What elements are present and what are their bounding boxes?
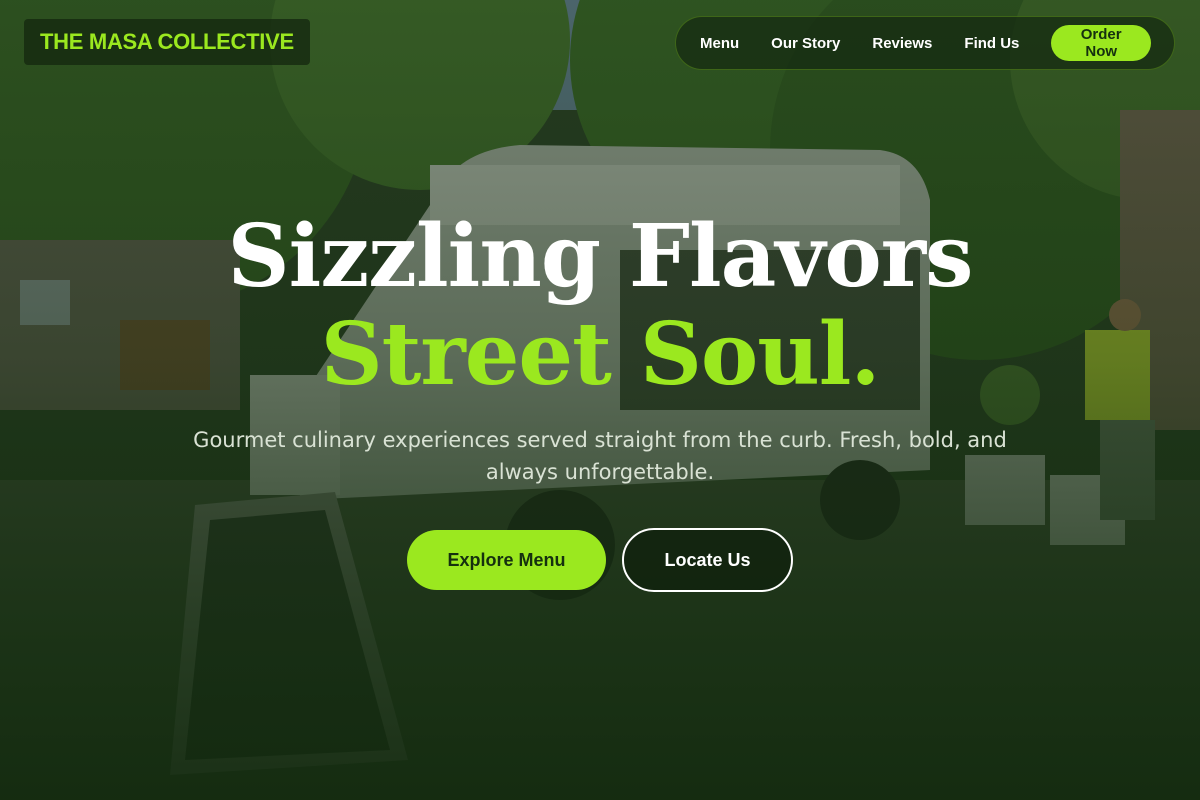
- nav-link-our-story[interactable]: Our Story: [771, 35, 840, 52]
- nav-link-reviews[interactable]: Reviews: [872, 35, 932, 52]
- hero-title-line1: Sizzling Flavors: [227, 206, 974, 307]
- hero-subtitle: Gourmet culinary experiences served stra…: [193, 428, 1007, 484]
- nav-link-menu[interactable]: Menu: [700, 35, 739, 52]
- explore-menu-button[interactable]: Explore Menu: [407, 530, 606, 590]
- main-navigation: Menu Our Story Reviews Find Us Order Now: [675, 16, 1175, 70]
- order-now-button[interactable]: Order Now: [1051, 25, 1151, 61]
- brand-logo[interactable]: THE MASA COLLECTIVE: [24, 19, 310, 65]
- hero-title-line2: Street Soul.: [320, 304, 881, 405]
- nav-link-find-us[interactable]: Find Us: [964, 35, 1019, 52]
- locate-us-button[interactable]: Locate Us: [622, 528, 793, 592]
- brand-name: THE MASA COLLECTIVE: [40, 29, 294, 54]
